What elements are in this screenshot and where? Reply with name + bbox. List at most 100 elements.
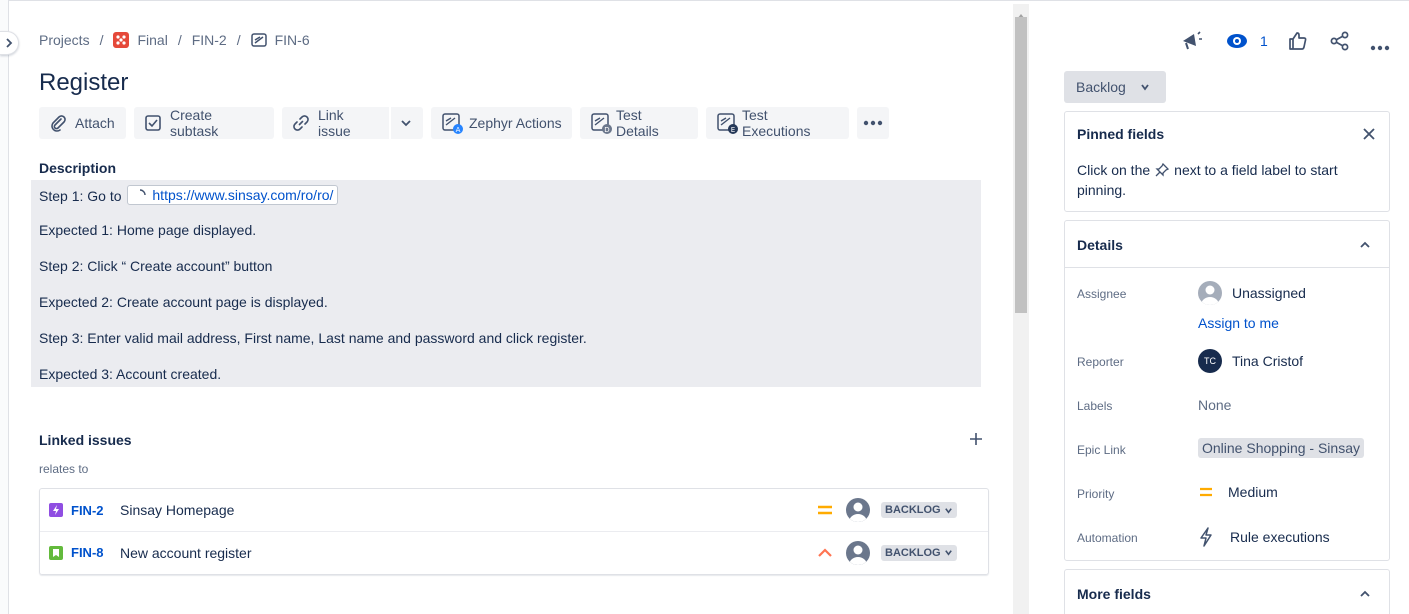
breadcrumb-projects[interactable]: Projects — [39, 32, 90, 48]
high-priority-icon — [817, 546, 833, 563]
linked-issue-summary[interactable]: Sinsay Homepage — [120, 502, 234, 518]
reporter-label: Reporter — [1077, 355, 1124, 369]
pinned-text-before: Click on the — [1077, 162, 1151, 178]
vote-button[interactable] — [1288, 31, 1308, 54]
more-fields-panel[interactable]: More fields — [1064, 569, 1390, 614]
inline-link-url: https://www.sinsay.com/ro/ro/ — [152, 187, 334, 203]
assignee-field[interactable]: Unassigned — [1198, 281, 1306, 305]
loading-spinner-icon — [140, 189, 147, 196]
svg-text:D: D — [604, 126, 609, 134]
labels-value[interactable]: None — [1198, 397, 1231, 413]
close-pinned-button[interactable] — [1363, 127, 1375, 143]
watch-count: 1 — [1260, 33, 1268, 49]
eye-icon — [1227, 34, 1247, 48]
pinned-help-line1: Click on the next to a field label to st… — [1077, 162, 1338, 178]
chevron-down-icon — [944, 507, 952, 514]
create-subtask-button[interactable]: Create subtask — [134, 107, 274, 139]
test-details-button[interactable]: D Test Details — [580, 107, 698, 139]
link-issue-button[interactable]: Link issue — [282, 107, 389, 139]
more-actions-button[interactable] — [857, 107, 889, 139]
linked-issue-key[interactable]: FIN-2 — [71, 503, 104, 518]
create-subtask-label: Create subtask — [170, 107, 219, 139]
project-icon — [113, 32, 130, 48]
linked-issues-label: Linked issues — [39, 432, 132, 448]
chevron-down-icon — [401, 120, 411, 127]
svg-text:E: E — [731, 126, 735, 134]
details-header[interactable]: Details — [1065, 221, 1389, 268]
breadcrumb-issue[interactable]: FIN-6 — [275, 32, 310, 48]
linked-issue-row[interactable]: FIN-8 New account register BACKLOG — [40, 531, 988, 573]
description-body[interactable]: Step 1: Go to https://www.sinsay.com/ro/… — [31, 180, 981, 387]
inline-link[interactable]: https://www.sinsay.com/ro/ro/ — [127, 185, 339, 205]
share-button[interactable] — [1330, 31, 1350, 54]
description-step1: Step 1: Go to https://www.sinsay.com/ro/… — [39, 185, 339, 205]
plus-icon — [970, 433, 982, 445]
test-issue-type-icon — [250, 32, 267, 48]
add-linked-issue-button[interactable] — [968, 431, 984, 450]
status-lozenge-label: BACKLOG — [885, 504, 941, 516]
watch-button[interactable]: 1 — [1226, 32, 1268, 50]
status-lozenge[interactable]: BACKLOG — [881, 502, 957, 518]
pinned-fields-panel: Pinned fields Click on the next to a fie… — [1064, 111, 1390, 212]
subtask-type-icon — [49, 503, 63, 517]
details-title: Details — [1077, 237, 1123, 253]
epic-link-field[interactable]: Online Shopping - Sinsay — [1198, 438, 1364, 458]
breadcrumb: Projects / Final / FIN-2 / FIN-6 — [39, 32, 310, 48]
breadcrumb-project[interactable]: Final — [137, 32, 167, 48]
link-issue-label: Link issue — [318, 107, 351, 139]
more-actions-menu-button[interactable] — [1370, 38, 1390, 54]
zephyr-icon: A — [442, 113, 463, 134]
automation-field[interactable]: Rule executions — [1198, 527, 1330, 547]
expand-sidebar-button[interactable] — [0, 31, 19, 55]
thumbs-up-icon — [1289, 32, 1307, 50]
zephyr-actions-button[interactable]: A Zephyr Actions — [431, 107, 572, 139]
linked-issue-summary[interactable]: New account register — [120, 545, 252, 561]
pinned-help-line2: pinning. — [1077, 182, 1127, 198]
description-line: Expected 2: Create account page is displ… — [39, 294, 328, 310]
assignee-label: Assignee — [1077, 287, 1127, 301]
automation-value: Rule executions — [1230, 529, 1330, 545]
more-icon — [863, 120, 883, 126]
sidebar-rail — [0, 0, 9, 614]
feedback-button[interactable] — [1180, 31, 1202, 54]
link-icon — [293, 115, 309, 131]
priority-field[interactable]: Medium — [1198, 484, 1278, 500]
paperclip-icon — [51, 115, 66, 132]
pinned-fields-title: Pinned fields — [1077, 126, 1165, 142]
pinned-text-after: next to a field label to start — [1174, 162, 1338, 178]
scrollbar-thumb[interactable] — [1015, 17, 1027, 313]
status-button[interactable]: Backlog — [1064, 71, 1166, 103]
attach-label: Attach — [75, 115, 115, 131]
breadcrumb-parent[interactable]: FIN-2 — [192, 32, 227, 48]
subtask-icon — [145, 115, 161, 131]
assign-to-me-link[interactable]: Assign to me — [1198, 315, 1279, 331]
pin-icon — [1155, 163, 1170, 177]
linked-issues-list: FIN-2 Sinsay Homepage BACKLOG FIN-8 New … — [39, 488, 989, 575]
zephyr-actions-label: Zephyr Actions — [469, 115, 562, 131]
breadcrumb-separator: / — [177, 32, 182, 48]
unassigned-avatar — [846, 498, 870, 522]
linked-issue-key[interactable]: FIN-8 — [71, 545, 104, 560]
reporter-field[interactable]: TC Tina Cristof — [1198, 349, 1303, 373]
epic-link-label: Epic Link — [1077, 443, 1126, 457]
description-label: Description — [39, 160, 117, 176]
epic-link-lozenge: Online Shopping - Sinsay — [1198, 438, 1364, 458]
issue-title[interactable]: Register — [39, 69, 128, 97]
description-line: Expected 1: Home page displayed. — [39, 222, 257, 238]
attach-button[interactable]: Attach — [39, 107, 126, 139]
status-lozenge[interactable]: BACKLOG — [881, 544, 957, 561]
test-details-icon: D — [591, 113, 612, 134]
test-executions-button[interactable]: E Test Executions — [706, 107, 849, 139]
unassigned-avatar — [846, 541, 870, 565]
link-issue-dropdown-button[interactable] — [391, 107, 423, 139]
more-fields-title: More fields — [1077, 586, 1151, 602]
description-line: Step 3: Enter valid mail address, First … — [39, 330, 587, 346]
breadcrumb-separator: / — [99, 32, 104, 48]
description-line: Expected 3: Account created. — [39, 366, 222, 382]
step1-text: Step 1: Go to — [39, 188, 122, 204]
status-label: Backlog — [1076, 79, 1126, 95]
more-icon — [1370, 45, 1390, 51]
linked-issue-row[interactable]: FIN-2 Sinsay Homepage BACKLOG — [40, 489, 988, 531]
svg-text:A: A — [456, 126, 461, 134]
relation-label: relates to — [39, 462, 89, 476]
